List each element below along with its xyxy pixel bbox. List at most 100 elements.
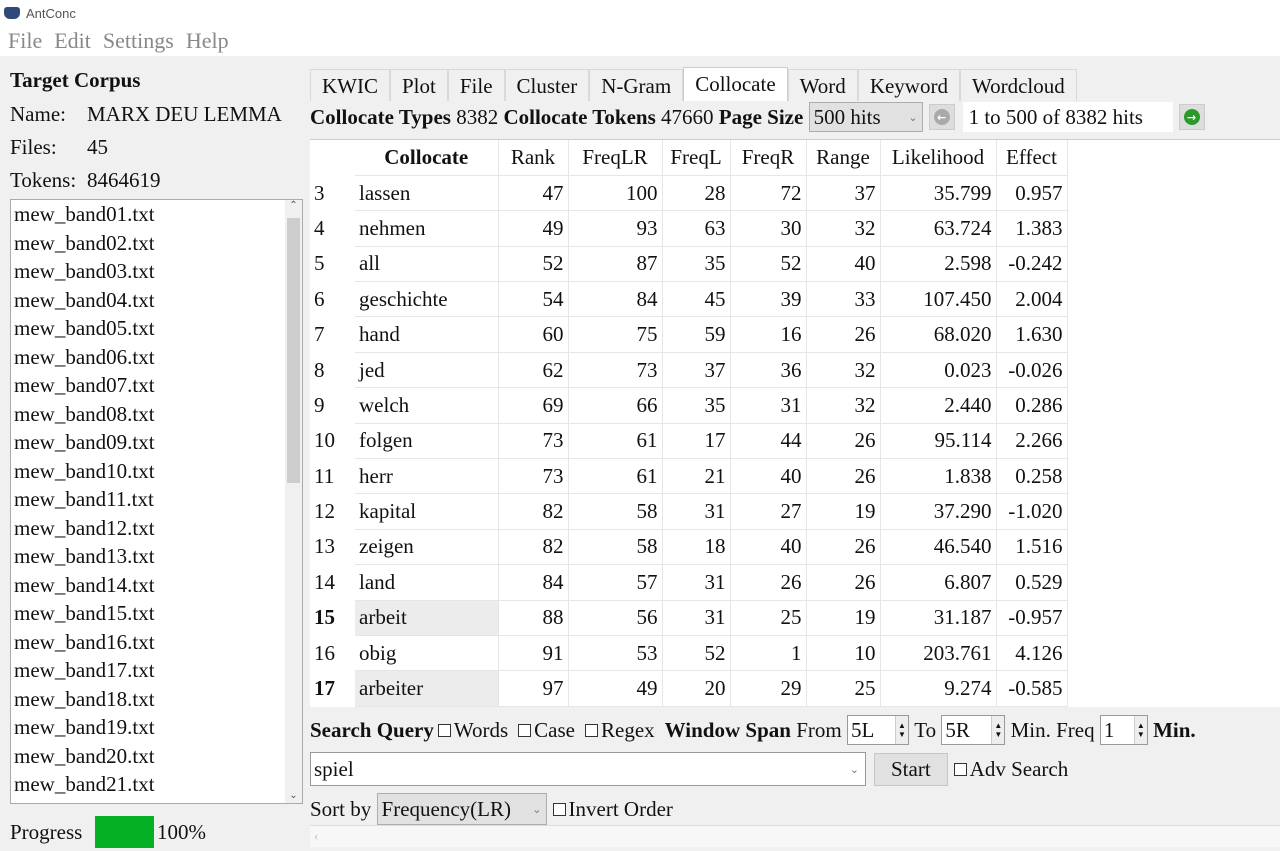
- spinner-arrows-icon[interactable]: ▲ ▼: [991, 716, 1005, 744]
- words-label: Words: [453, 717, 509, 742]
- cell-rank: 82: [498, 493, 569, 530]
- cell-rank: 73: [498, 458, 569, 495]
- cell-freql: 31: [662, 600, 731, 636]
- cell-range: 10: [806, 635, 881, 672]
- regex-checkbox[interactable]: [585, 723, 598, 737]
- chevron-down-icon: ⌄: [908, 111, 918, 124]
- column-header-range[interactable]: Range: [806, 140, 881, 176]
- column-header-rank[interactable]: Rank: [498, 140, 569, 176]
- spinner-arrows-icon[interactable]: ▲ ▼: [1133, 716, 1147, 744]
- menu-settings[interactable]: Settings: [103, 28, 174, 54]
- file-list-item[interactable]: mew_band16.txt: [11, 628, 302, 657]
- file-list-item[interactable]: mew_band04.txt: [11, 286, 302, 315]
- table-row[interactable]: 13 zeigen 82 58 18 40 26 46.540 1.516: [310, 529, 1068, 566]
- tab-cluster[interactable]: Cluster: [504, 69, 590, 101]
- scrollbar-thumb[interactable]: [287, 218, 300, 483]
- search-query-value: spiel: [314, 756, 354, 781]
- file-list[interactable]: mew_band01.txt mew_band02.txt mew_band03.t…: [10, 199, 303, 804]
- cell-collocate: nehmen: [355, 210, 499, 247]
- file-list-item[interactable]: mew_band15.txt: [11, 599, 302, 628]
- file-list-item[interactable]: mew_band09.txt: [11, 428, 302, 457]
- file-list-scrollbar[interactable]: ⌃ ⌄: [285, 200, 302, 803]
- cell-freqr: 31: [730, 387, 807, 424]
- invert-order-checkbox[interactable]: [552, 802, 566, 816]
- table-row[interactable]: 4 nehmen 49 93 63 30 32 63.724 1.383: [310, 210, 1068, 247]
- adv-search-checkbox[interactable]: [953, 762, 967, 776]
- file-list-item[interactable]: mew_band05.txt: [11, 314, 302, 343]
- file-list-item[interactable]: mew_band13.txt: [11, 542, 302, 571]
- file-list-item[interactable]: mew_band12.txt: [11, 514, 302, 543]
- table-row[interactable]: 14 land 84 57 31 26 26 6.807 0.529: [310, 564, 1068, 601]
- table-row[interactable]: 6 geschichte 54 84 45 39 33 107.450 2.004: [310, 281, 1068, 318]
- file-list-item[interactable]: mew_band18.txt: [11, 685, 302, 714]
- to-spinner[interactable]: 5R ▲ ▼: [941, 715, 1006, 745]
- tab-wordcloud[interactable]: Wordcloud: [959, 69, 1077, 101]
- table-row[interactable]: 8 jed 62 73 37 36 32 0.023 -0.026: [310, 352, 1068, 389]
- file-list-item[interactable]: mew_band02.txt: [11, 229, 302, 258]
- corpus-name: MARX DEU LEMMA: [87, 102, 282, 126]
- page-range: 1 to 500 of 8382 hits: [962, 102, 1173, 132]
- table-row[interactable]: 9 welch 69 66 35 31 32 2.440 0.286: [310, 387, 1068, 424]
- table-row[interactable]: 12 kapital 82 58 31 27 19 37.290 -1.020: [310, 493, 1068, 530]
- column-header-collocate[interactable]: Collocate: [355, 140, 499, 176]
- file-list-item[interactable]: mew_band17.txt: [11, 656, 302, 685]
- file-list-item[interactable]: mew_band06.txt: [11, 343, 302, 372]
- search-query-label: Search Query: [310, 717, 434, 742]
- menu-file[interactable]: File: [8, 28, 42, 54]
- table-row[interactable]: 10 folgen 73 61 17 44 26 95.114 2.266: [310, 423, 1068, 460]
- table-row[interactable]: 15 arbeit 88 56 31 25 19 31.187 -0.957: [310, 600, 1068, 636]
- column-header-freqr[interactable]: FreqR: [730, 140, 807, 176]
- file-list-item[interactable]: mew_band01.txt: [11, 200, 302, 229]
- column-header-likelihood[interactable]: Likelihood: [880, 140, 997, 176]
- tab-plot[interactable]: Plot: [390, 69, 448, 101]
- table-row[interactable]: 5 all 52 87 35 52 40 2.598 -0.242: [310, 246, 1068, 283]
- min-freq-spinner[interactable]: 1 ▲ ▼: [1099, 715, 1148, 745]
- table-row[interactable]: 17 arbeiter 97 49 20 29 25 9.274 -0.585: [310, 670, 1068, 707]
- chevron-down-icon[interactable]: ⌄: [850, 763, 859, 776]
- table-row[interactable]: 7 hand 60 75 59 16 26 68.020 1.630: [310, 316, 1068, 353]
- menu-help[interactable]: Help: [186, 28, 229, 54]
- file-list-item[interactable]: mew_band20.txt: [11, 742, 302, 771]
- file-list-item[interactable]: mew_band19.txt: [11, 713, 302, 742]
- horizontal-scrollbar[interactable]: ‹: [310, 825, 1280, 847]
- file-list-item[interactable]: mew_band07.txt: [11, 371, 302, 400]
- case-checkbox[interactable]: [518, 723, 532, 737]
- table-row[interactable]: 11 herr 73 61 21 40 26 1.838 0.258: [310, 458, 1068, 495]
- cell-range: 19: [806, 493, 881, 530]
- file-list-item[interactable]: mew_band10.txt: [11, 457, 302, 486]
- file-list-item[interactable]: mew_band14.txt: [11, 571, 302, 600]
- row-index: 8: [314, 357, 325, 382]
- row-index: 6: [314, 286, 325, 311]
- sort-select[interactable]: Frequency(LR) ⌄: [376, 793, 547, 825]
- next-page-button[interactable]: →: [1178, 104, 1205, 130]
- search-input[interactable]: spiel ⌄: [310, 752, 866, 786]
- from-spinner[interactable]: 5L ▲ ▼: [846, 715, 909, 745]
- column-header-freql[interactable]: FreqL: [662, 140, 731, 176]
- cell-collocate: kapital: [355, 493, 499, 530]
- tab-file[interactable]: File: [447, 69, 505, 101]
- cell-freqr: 40: [730, 458, 807, 495]
- row-index: 16: [314, 640, 335, 665]
- tab-collocate[interactable]: Collocate: [683, 67, 788, 101]
- tab-n-gram[interactable]: N-Gram: [589, 69, 684, 101]
- start-button[interactable]: Start: [874, 752, 948, 786]
- cell-likelihood: 2.598: [880, 246, 997, 283]
- table-row[interactable]: 16 obig 91 53 52 1 10 203.761 4.126: [310, 635, 1068, 672]
- prev-page-button[interactable]: ←: [928, 104, 955, 130]
- tab-keyword[interactable]: Keyword: [857, 69, 960, 101]
- file-list-item[interactable]: mew_band03.txt: [11, 257, 302, 286]
- column-header-effect[interactable]: Effect: [996, 140, 1068, 176]
- from-value: 5L: [850, 717, 875, 742]
- page-size-select[interactable]: 500 hits ⌄: [808, 102, 923, 132]
- table-row[interactable]: 3 lassen 47 100 28 72 37 35.799 0.957: [310, 175, 1068, 212]
- tab-kwic[interactable]: KWIC: [310, 69, 390, 101]
- file-list-item[interactable]: mew_band11.txt: [11, 485, 302, 514]
- cell-freqr: 52: [730, 246, 807, 283]
- spinner-arrows-icon[interactable]: ▲ ▼: [894, 716, 908, 744]
- words-checkbox[interactable]: [437, 723, 451, 737]
- file-list-item[interactable]: mew_band21.txt: [11, 770, 302, 799]
- column-header-freqlr[interactable]: FreqLR: [568, 140, 663, 176]
- menu-edit[interactable]: Edit: [54, 28, 91, 54]
- tab-word[interactable]: Word: [787, 69, 858, 101]
- file-list-item[interactable]: mew_band08.txt: [11, 400, 302, 429]
